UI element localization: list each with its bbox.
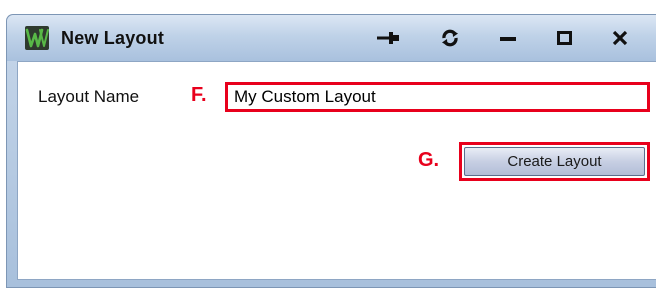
dialog-content: Layout Name F. G. Create Layout xyxy=(17,61,656,280)
title-bar[interactable]: New Layout xyxy=(7,15,656,61)
pin-icon xyxy=(376,31,400,45)
close-icon xyxy=(611,29,629,47)
annotation-f-label: F. xyxy=(191,84,207,106)
create-layout-button[interactable]: Create Layout xyxy=(464,147,645,176)
create-layout-highlight: Create Layout xyxy=(459,142,650,181)
window-title: New Layout xyxy=(61,28,165,48)
maximize-button[interactable] xyxy=(550,27,580,49)
new-layout-window: New Layout Layout Name F. My Custom Layo… xyxy=(6,14,656,288)
close-button[interactable] xyxy=(605,27,635,49)
pin-button[interactable] xyxy=(373,27,403,49)
layout-name-input[interactable] xyxy=(225,82,650,112)
annotation-g-label: G. xyxy=(418,149,440,171)
maximize-icon xyxy=(556,29,574,47)
minimize-button[interactable] xyxy=(493,27,523,49)
minimize-icon xyxy=(499,29,517,47)
layout-name-label: Layout Name xyxy=(38,87,140,106)
refresh-icon xyxy=(441,29,459,47)
app-logo-icon xyxy=(25,26,49,50)
refresh-button[interactable] xyxy=(435,27,465,49)
